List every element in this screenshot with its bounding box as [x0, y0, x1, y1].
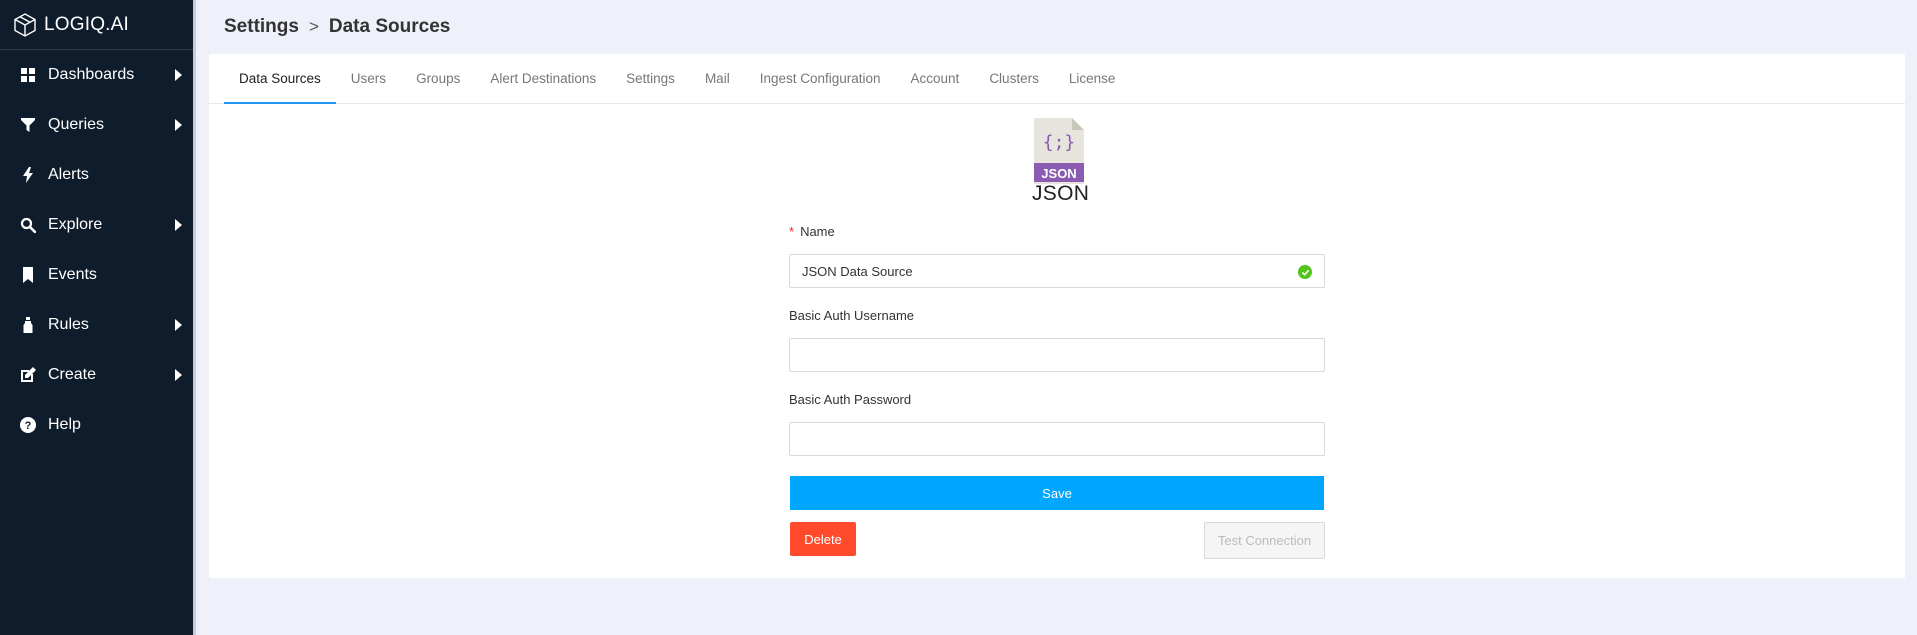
- sidebar-item-label: Queries: [48, 116, 105, 133]
- page-title: Data Sources: [328, 16, 451, 37]
- tab-account[interactable]: Account: [896, 53, 975, 103]
- filter-funnel-icon: [20, 117, 36, 133]
- username-label: Basic Auth Username: [789, 308, 915, 323]
- brand-logo[interactable]: LOGIQ.AI: [0, 0, 193, 50]
- tab-users[interactable]: Users: [336, 53, 401, 103]
- dashboard-grid-icon: [20, 67, 36, 83]
- tab-mail[interactable]: Mail: [690, 53, 745, 103]
- brand-name: LOGIQ.AI: [44, 13, 130, 35]
- search-icon: [20, 217, 36, 233]
- caret-right-icon: [175, 319, 182, 331]
- sidebar-item-label: Events: [48, 266, 97, 283]
- bookmark-icon: [20, 267, 36, 283]
- tab-data-sources[interactable]: Data Sources: [224, 53, 336, 104]
- tab-settings[interactable]: Settings: [611, 53, 690, 103]
- caret-right-icon: [175, 119, 182, 131]
- tab-clusters[interactable]: Clusters: [974, 53, 1054, 103]
- sidebar-item-label: Explore: [48, 216, 103, 233]
- logiq-cube-icon: [14, 12, 36, 37]
- sidebar-divider: [193, 0, 196, 635]
- test-connection-button[interactable]: Test Connection: [1204, 522, 1325, 559]
- datasource-type-name: JSON: [1032, 182, 1090, 205]
- form-actions: Delete Test Connection: [789, 522, 1325, 559]
- bottle-icon: [20, 317, 36, 333]
- delete-button[interactable]: Delete: [790, 522, 856, 556]
- sidebar-item-alerts[interactable]: Alerts: [0, 150, 193, 200]
- name-input-value: JSON Data Source: [802, 263, 913, 279]
- settings-tabs: Data Sources Users Groups Alert Destinat…: [209, 54, 1905, 104]
- breadcrumb: Settings > Data Sources: [224, 14, 450, 40]
- sidebar-item-label: Alerts: [48, 166, 89, 183]
- chevron-right-icon: >: [308, 17, 319, 36]
- sidebar: LOGIQ.AI Dashboards Queries Alerts Explo…: [0, 0, 193, 635]
- edit-square-icon: [20, 367, 36, 383]
- datasource-logo: {;} JSON JSON: [1032, 118, 1090, 206]
- datasource-form: * Name JSON Data Source Basic Auth Userna…: [789, 224, 1325, 559]
- username-input[interactable]: [789, 338, 1325, 372]
- name-label: * Name: [789, 224, 1325, 240]
- sidebar-item-label: Help: [48, 416, 81, 433]
- sidebar-item-label: Rules: [48, 316, 89, 333]
- caret-right-icon: [175, 69, 182, 81]
- check-circle-icon: [1298, 265, 1312, 279]
- sidebar-item-label: Dashboards: [48, 66, 135, 83]
- settings-card: Data Sources Users Groups Alert Destinat…: [209, 54, 1905, 578]
- name-input[interactable]: JSON Data Source: [789, 254, 1325, 288]
- tab-ingest-configuration[interactable]: Ingest Configuration: [745, 53, 896, 103]
- password-field-group: Basic Auth Password: [789, 392, 1325, 456]
- sidebar-item-dashboards[interactable]: Dashboards: [0, 50, 193, 100]
- json-file-icon: {;} JSON: [1034, 118, 1084, 184]
- caret-right-icon: [175, 219, 182, 231]
- tab-license[interactable]: License: [1054, 53, 1131, 103]
- lightning-bolt-icon: [20, 167, 36, 183]
- tab-alert-destinations[interactable]: Alert Destinations: [475, 53, 611, 103]
- caret-right-icon: [175, 369, 182, 381]
- json-file-badge: JSON: [1041, 166, 1076, 181]
- svg-text:?: ?: [25, 420, 32, 432]
- sidebar-item-events[interactable]: Events: [0, 250, 193, 300]
- password-input[interactable]: [789, 422, 1325, 456]
- sidebar-item-create[interactable]: Create: [0, 350, 193, 400]
- required-mark: *: [789, 224, 795, 239]
- save-button[interactable]: Save: [790, 476, 1324, 510]
- username-field-group: Basic Auth Username: [789, 308, 1325, 372]
- question-circle-icon: ?: [20, 417, 36, 433]
- sidebar-item-rules[interactable]: Rules: [0, 300, 193, 350]
- name-label-text: Name: [800, 224, 835, 239]
- sidebar-item-queries[interactable]: Queries: [0, 100, 193, 150]
- name-field-group: * Name JSON Data Source: [789, 224, 1325, 288]
- json-file-glyph: {;}: [1043, 132, 1076, 153]
- sidebar-item-explore[interactable]: Explore: [0, 200, 193, 250]
- sidebar-item-label: Create: [48, 366, 97, 383]
- password-label: Basic Auth Password: [789, 392, 912, 407]
- breadcrumb-root[interactable]: Settings: [224, 16, 299, 38]
- sidebar-item-help[interactable]: ? Help: [0, 400, 193, 450]
- tab-groups[interactable]: Groups: [401, 53, 475, 103]
